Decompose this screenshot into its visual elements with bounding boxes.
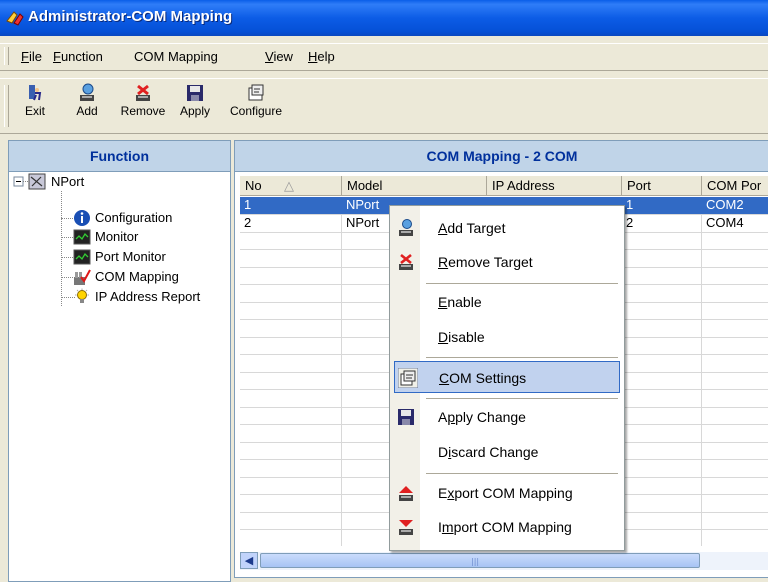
scroll-left-button[interactable]: ◀ [240,552,258,569]
menu-separator [426,357,618,358]
horizontal-scrollbar[interactable]: ◀ ||| [240,552,768,570]
context-menu: Add Target Remove Target Enable Disable … [389,205,625,551]
exit-button[interactable]: Exit [18,83,52,129]
menu-label: Export COM Mapping [438,485,573,501]
column-header-no[interactable]: No △ [240,176,342,196]
window-title: Administrator-COM Mapping [28,8,233,25]
exit-icon [29,85,42,101]
menu-label: Remove Target [438,254,533,270]
menu-com-settings[interactable]: COM Settings [394,361,620,393]
configure-button[interactable]: Configure [224,83,288,129]
apply-change-icon [398,409,414,425]
port-monitor-icon [73,249,91,265]
apply-label: Apply [179,104,211,118]
column-header-com-port[interactable]: COM Por [702,176,768,196]
monitor-icon [73,229,91,245]
menu-label: Add Target [438,220,506,236]
com-mapping-icon [74,269,91,285]
menu-apply-change[interactable]: Apply Change [390,401,624,433]
menu-remove-target[interactable]: Remove Target [390,246,624,278]
com-mapping-header: COM Mapping - 2 COM [235,141,768,172]
row-com-port: COM2 [706,197,744,212]
menu-enable[interactable]: Enable [390,286,624,318]
tree-item-label: IP Address Report [95,289,201,304]
row-model: NPort [346,197,380,212]
info-icon [74,210,90,226]
scroll-thumb[interactable]: ||| [260,553,700,568]
toolbar: Exit Add Remove Apply Configure [0,78,768,134]
menu-separator [426,398,618,399]
tree-root-label: NPort [51,174,85,189]
lightbulb-icon [75,288,89,303]
menu-label: Discard Change [438,444,539,460]
remove-label: Remove [120,104,166,118]
save-icon [187,85,203,101]
menu-export-com-mapping[interactable]: Export COM Mapping [390,477,624,509]
menu-import-com-mapping[interactable]: Import COM Mapping [390,511,624,543]
function-panel-header: Function [9,141,230,172]
menu-com-mapping[interactable]: COM Mapping [134,49,218,64]
configure-label: Configure [229,104,283,118]
export-icon [399,486,413,501]
function-panel: Function NPort Configuration Monitor Por… [8,140,231,582]
menu-discard-change[interactable]: Discard Change [390,436,624,468]
com-settings-icon [398,368,418,388]
row-model[interactable]: NPort [342,215,379,231]
menu-bar: File Function COM Mapping View Help [0,43,768,71]
tree-item-label: Port Monitor [95,249,166,264]
app-icon [6,11,24,26]
menu-function[interactable]: Function [53,49,103,64]
configure-icon [248,84,264,101]
menu-view[interactable]: View [265,49,293,64]
menu-label: Apply Change [438,409,526,425]
add-target-icon [399,219,413,236]
column-header-ip-address[interactable]: IP Address [487,176,622,196]
title-bar[interactable]: Administrator-COM Mapping [0,0,768,36]
tree-item-label: Monitor [95,229,139,244]
menu-label: Import COM Mapping [438,519,572,535]
menu-add-target[interactable]: Add Target [390,212,624,244]
add-icon [80,83,94,101]
menu-label: Enable [438,294,482,310]
menu-file-label: ile [28,49,42,64]
menu-label: COM Settings [439,370,527,386]
remove-button[interactable]: Remove [118,83,168,129]
thumb-grip: ||| [471,557,480,566]
menu-separator [426,283,618,284]
row-no[interactable]: 2 [240,215,251,231]
tree-item-label: Configuration [95,210,173,225]
apply-button[interactable]: Apply [178,83,212,129]
menu-file[interactable]: File [21,49,42,64]
tree-connector [61,191,62,306]
collapse-nport-icon [13,173,46,190]
column-header-port[interactable]: Port [622,176,702,196]
import-icon [399,520,413,535]
menu-label: Disable [438,329,485,345]
menu-separator [426,473,618,474]
tree-item-label: COM Mapping [95,269,179,284]
menu-disable[interactable]: Disable [390,321,624,353]
column-header-model[interactable]: Model [342,176,487,196]
toolbar-grip[interactable] [4,85,9,127]
sort-ascending-icon: △ [284,178,294,193]
row-no: 1 [244,197,252,212]
row-com-port[interactable]: COM4 [702,215,744,231]
add-label: Add [76,104,98,118]
remove-icon [136,84,150,101]
menubar-grip[interactable] [4,47,9,65]
add-button[interactable]: Add [70,83,104,129]
menu-help[interactable]: Help [308,49,335,64]
exit-label: Exit [24,104,45,118]
remove-target-icon [399,253,413,270]
